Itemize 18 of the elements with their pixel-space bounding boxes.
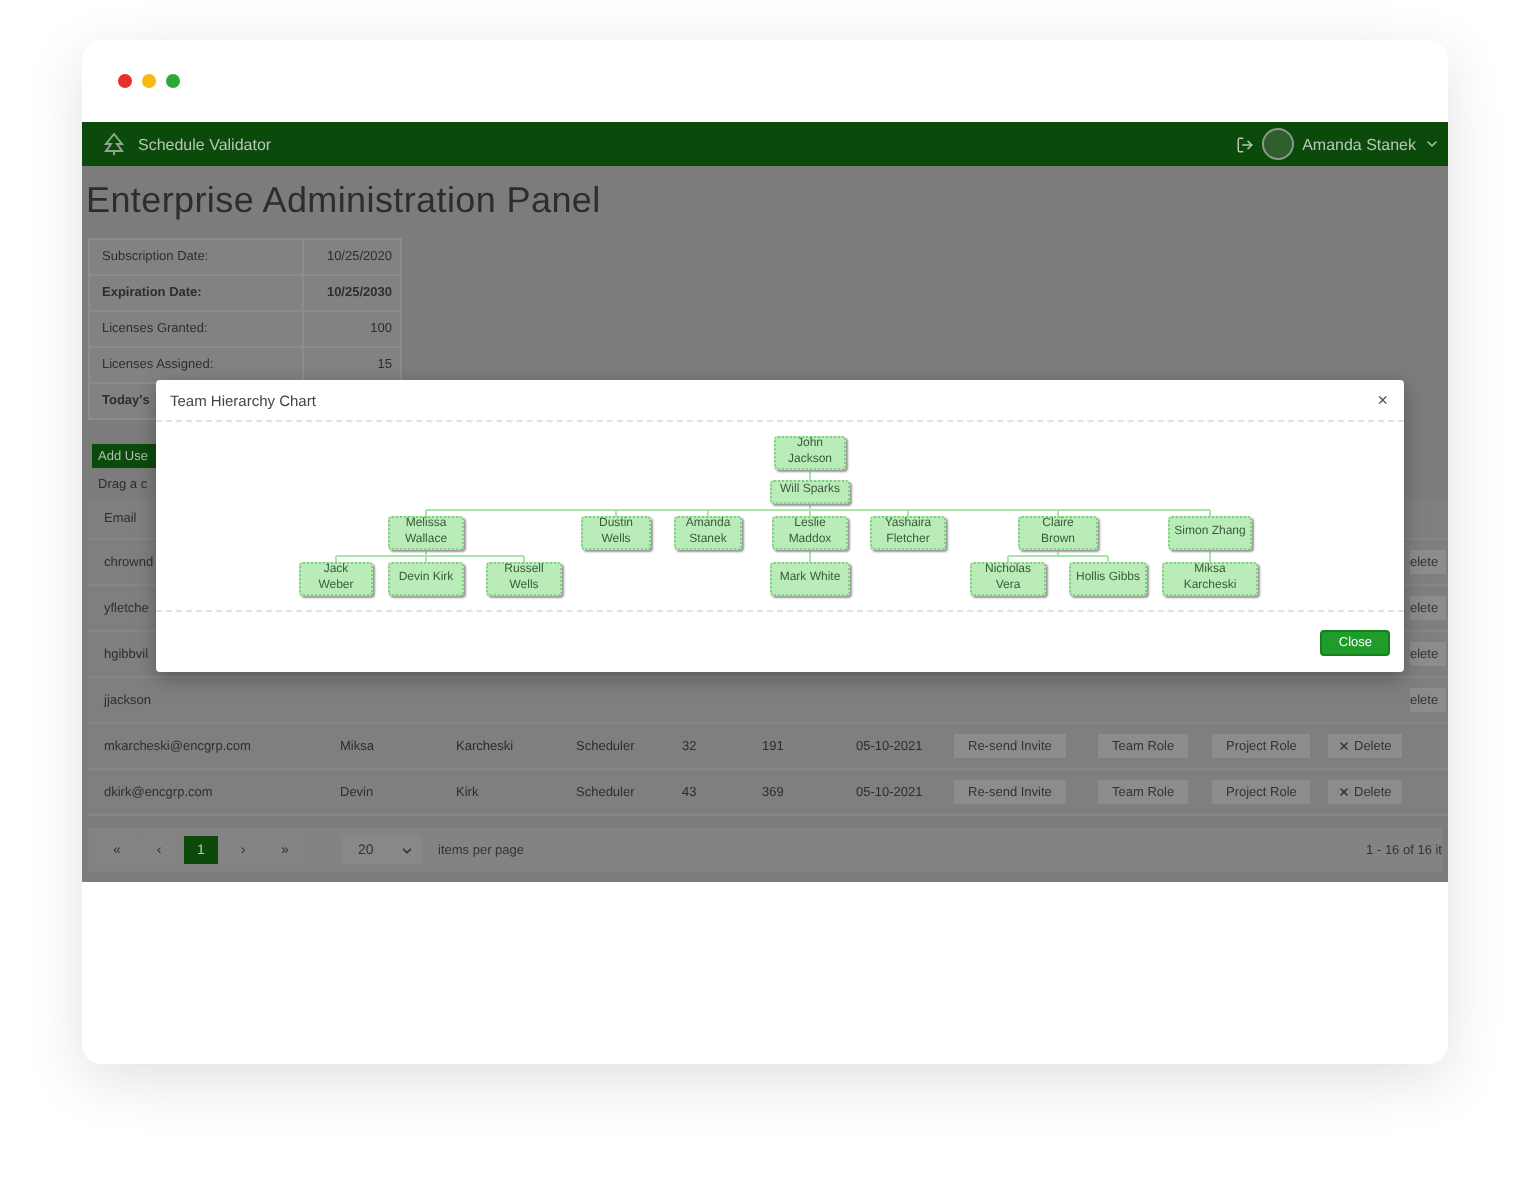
tree-logo-icon: [102, 132, 126, 156]
app-name: Schedule Validator: [138, 135, 272, 153]
close-icon: [1338, 740, 1350, 752]
close-button[interactable]: ×: [1377, 391, 1388, 409]
caret-icon[interactable]: [400, 843, 414, 857]
caret-icon[interactable]: [1424, 136, 1440, 152]
connector-line: [1209, 549, 1211, 563]
window-dot[interactable]: [118, 74, 132, 88]
logout-icon[interactable]: [1236, 135, 1255, 153]
page-title: Enterprise Administration Panel: [84, 178, 603, 224]
window-dot[interactable]: [166, 74, 180, 88]
connector-line: [1007, 549, 1109, 563]
connector-line: [809, 469, 811, 481]
user-name[interactable]: Amanda Stanek: [1302, 135, 1416, 153]
close-icon: [1338, 786, 1350, 798]
avatar-circle[interactable]: [1262, 128, 1295, 160]
connector-line: [809, 549, 811, 563]
window-dot[interactable]: [142, 74, 156, 88]
